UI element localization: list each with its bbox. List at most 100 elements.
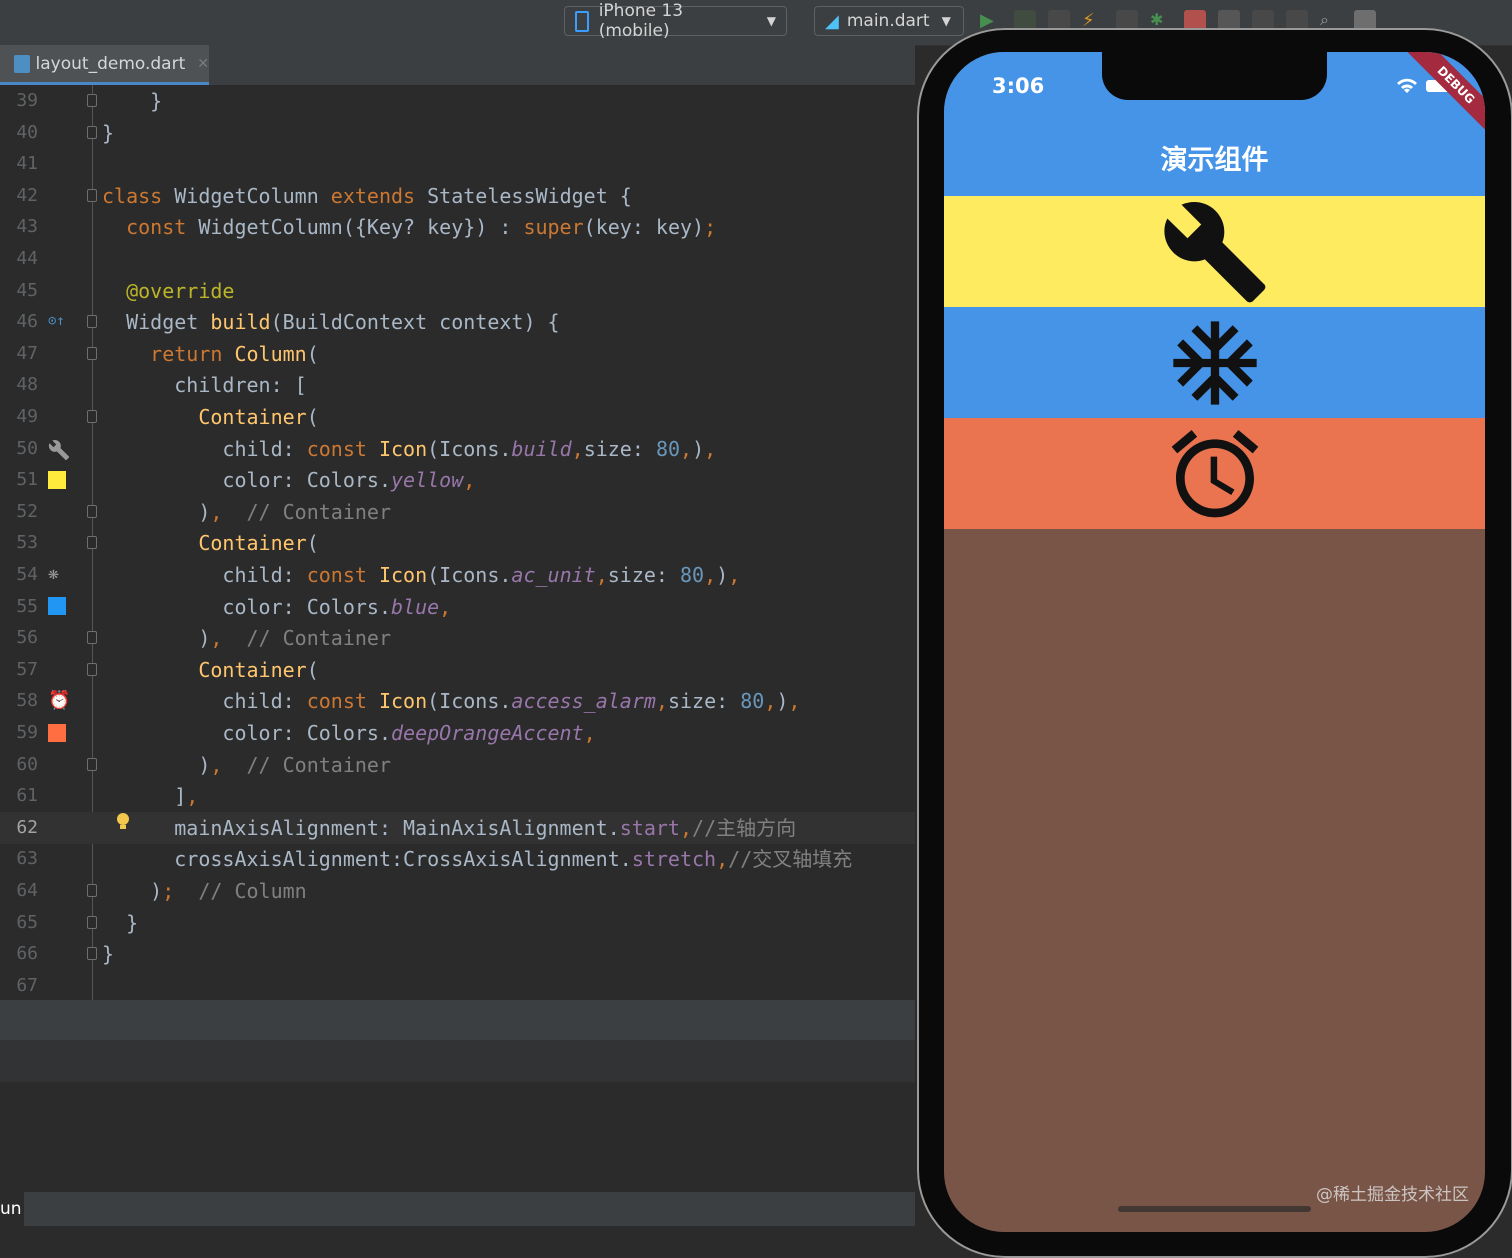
code-line[interactable]: 64 ); // Column [0, 875, 915, 907]
code-line[interactable]: 41 [0, 148, 915, 180]
code-text: } [102, 117, 114, 149]
fold-marker[interactable] [87, 315, 97, 329]
code-line[interactable]: 58 child: const Icon(Icons.access_alarm,… [0, 685, 915, 717]
code-line[interactable]: 54 child: const Icon(Icons.ac_unit,size:… [0, 559, 915, 591]
fold-marker[interactable] [87, 410, 97, 423]
fold-marker[interactable] [87, 536, 97, 550]
fold-marker[interactable] [87, 757, 97, 771]
code-text: color: Colors.deepOrangeAccent, [102, 717, 596, 749]
code-line[interactable]: 42 class WidgetColumn extends StatelessWi… [0, 180, 915, 212]
run-tab[interactable]: un [0, 1192, 24, 1226]
alarm-icon: ⏰ [48, 690, 71, 711]
code-line[interactable]: 56 ), // Container [0, 622, 915, 654]
chevron-down-icon: ▼ [766, 14, 776, 28]
fold-marker[interactable] [87, 662, 97, 676]
code-token: crossAxisAlignment:CrossAxisAlignment. [102, 847, 632, 872]
code-line[interactable]: 57 Container( [0, 654, 915, 686]
code-line[interactable]: 43 const WidgetColumn({Key? key}) : supe… [0, 211, 915, 243]
line-number: 48 [16, 374, 38, 396]
line-number: 50 [16, 437, 38, 459]
fold-marker[interactable] [87, 915, 97, 929]
line-number: 47 [16, 342, 38, 364]
code-line[interactable]: 61 ], [0, 780, 915, 812]
line-number: 45 [16, 279, 38, 301]
fold-marker[interactable] [87, 884, 97, 897]
code-token: ( [306, 405, 319, 429]
code-token: size: [667, 689, 741, 714]
fold-marker[interactable] [87, 631, 97, 645]
fold-marker[interactable] [87, 947, 97, 961]
close-icon[interactable]: ✕ [197, 56, 209, 72]
fold-marker[interactable] [87, 188, 97, 202]
code-token: , [716, 847, 729, 872]
code-line[interactable]: 39 } [0, 85, 915, 117]
line-number: 55 [16, 595, 38, 617]
code-text: class WidgetColumn extends StatelessWidg… [102, 180, 632, 212]
fold-marker[interactable] [87, 94, 97, 107]
code-line[interactable]: 52 ), // Container [0, 496, 915, 528]
home-indicator[interactable] [1118, 1206, 1311, 1212]
code-line[interactable]: 46 Widget build(BuildContext context) { [0, 306, 915, 338]
run-config-selector[interactable]: ◢ main.dart ▼ [814, 6, 964, 36]
code-line[interactable]: 45 @override [0, 275, 915, 307]
code-token: access_alarm [511, 689, 656, 714]
lightbulb-icon[interactable] [116, 812, 130, 830]
code-token: Icon [378, 436, 428, 461]
code-line[interactable]: 51 color: Colors.yellow, [0, 464, 915, 496]
override-icon[interactable]: ⊙↑ [48, 313, 66, 331]
code-line[interactable]: 49 Container( [0, 401, 915, 433]
fold-marker[interactable] [87, 346, 97, 360]
orange-swatch[interactable] [48, 724, 66, 742]
code-line[interactable]: 67 [0, 970, 915, 1000]
code-line[interactable]: 60 ), // Container [0, 749, 915, 781]
device-selector[interactable]: iPhone 13 (mobile) ▼ [564, 1, 787, 41]
code-text: const WidgetColumn({Key? key}) : super(k… [102, 211, 716, 243]
code-token: , [463, 468, 476, 493]
phone-screen[interactable]: 3:06 演示组件 DEBUG [944, 52, 1485, 1232]
code-token: , [728, 563, 741, 587]
code-token: , [571, 436, 584, 461]
yellow-swatch[interactable] [48, 471, 66, 489]
code-line[interactable]: 55 color: Colors.blue, [0, 591, 915, 623]
code-text: Widget build(BuildContext context) { [102, 306, 560, 338]
code-line[interactable]: 40} [0, 117, 915, 149]
code-token: , [439, 594, 452, 619]
code-token: ) [102, 752, 211, 777]
code-line[interactable]: 63 crossAxisAlignment:CrossAxisAlignment… [0, 843, 915, 875]
code-token: children: [ [102, 373, 307, 398]
code-token: Container [198, 531, 307, 556]
code-line[interactable]: 62 mainAxisAlignment: MainAxisAlignment.… [0, 811, 915, 844]
blue-swatch[interactable] [48, 597, 66, 615]
yellow-container [944, 196, 1485, 307]
code-text: Container( [102, 401, 319, 433]
code-line[interactable]: 59 color: Colors.deepOrangeAccent, [0, 717, 915, 749]
code-text: Container( [102, 527, 318, 559]
code-line[interactable]: 48 children: [ [0, 369, 915, 401]
phone-icon [575, 10, 589, 32]
code-line[interactable]: 65 } [0, 907, 915, 939]
code-token: // Column [198, 879, 307, 903]
app-title: 演示组件 [1160, 145, 1269, 176]
code-editor[interactable]: 39 } 40} 41 42 class WidgetColumn extends St… [0, 85, 915, 1000]
code-token: child: [102, 689, 307, 714]
fold-marker[interactable] [87, 125, 97, 139]
code-token: , [704, 436, 717, 461]
code-line[interactable]: 44 [0, 243, 915, 275]
code-token: , [210, 752, 247, 777]
line-number: 53 [16, 532, 38, 554]
code-token: , [764, 689, 777, 714]
tab-layout-demo[interactable]: layout_demo.dart ✕ [0, 45, 209, 85]
code-line[interactable]: 66} [0, 938, 915, 970]
code-line[interactable]: 53 Container( [0, 527, 915, 559]
code-token: (Icons. [427, 563, 512, 587]
fold-marker[interactable] [87, 504, 97, 518]
config-label: main.dart [846, 11, 930, 31]
code-line[interactable]: 47 return Column( [0, 338, 915, 370]
code-text: child: const Icon(Icons.build,size: 80,)… [102, 433, 716, 465]
code-token: , [583, 721, 596, 745]
line-number: 62 [16, 816, 38, 838]
code-line[interactable]: 50 child: const Icon(Icons.build,size: 8… [0, 433, 915, 465]
code-token: (Icons. [427, 436, 512, 461]
code-token: // Container [246, 752, 392, 777]
